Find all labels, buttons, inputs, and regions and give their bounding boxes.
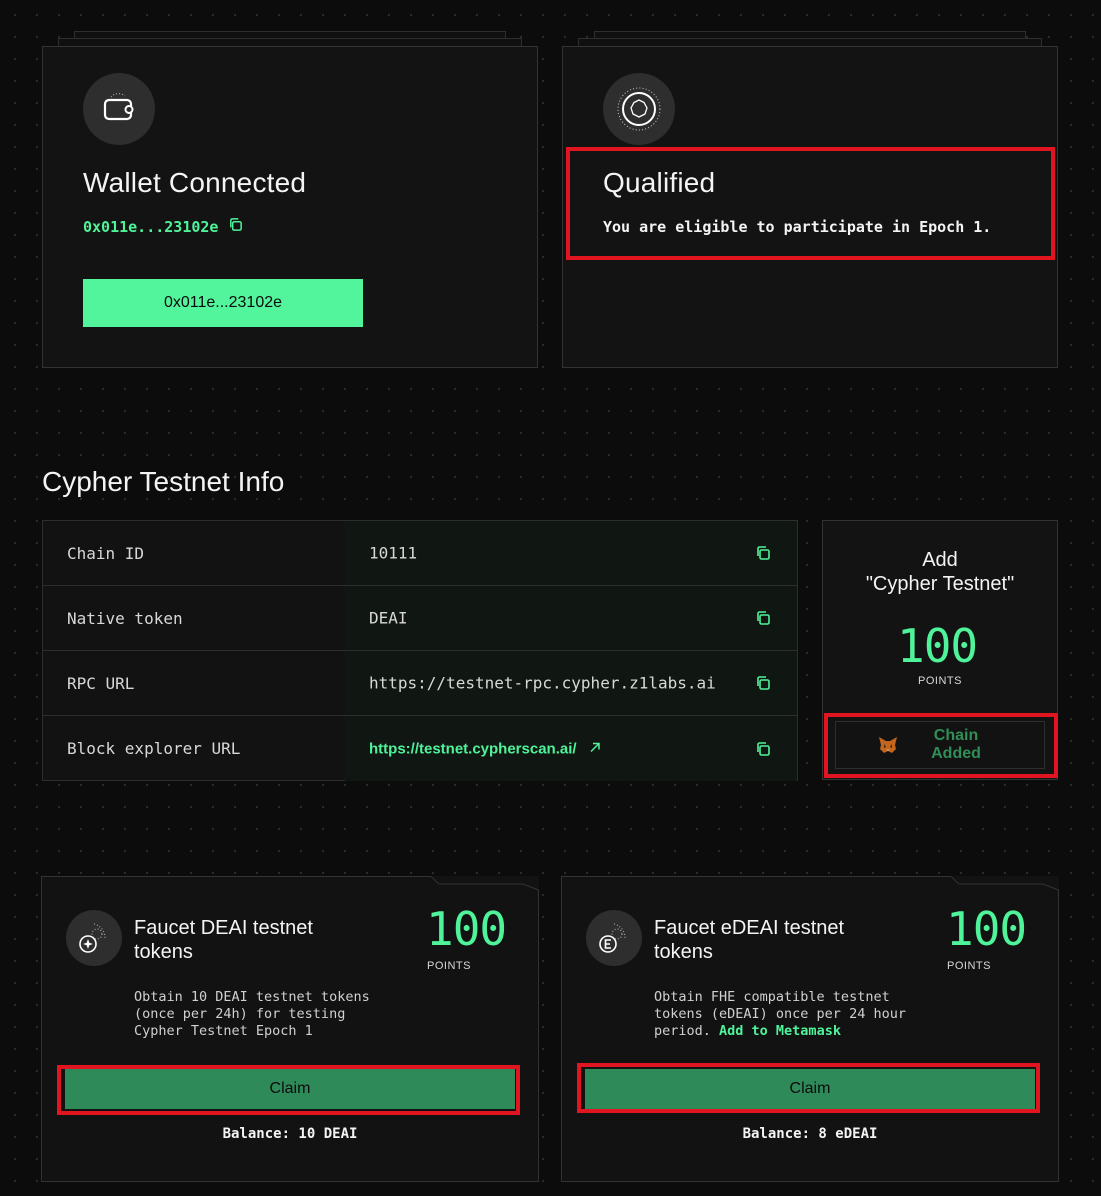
points-value: 100 [946,902,1027,956]
wallet-address: 0x011e...23102e [83,217,243,236]
wallet-address-text: 0x011e...23102e [83,217,219,236]
copy-icon[interactable] [755,545,771,561]
info-value: https://testnet-rpc.cypher.z1labs.ai [369,673,716,693]
info-value-cell: https://testnet.cypherscan.ai/ [345,716,797,781]
points-label: POINTS [427,960,471,972]
copy-icon[interactable] [755,741,771,757]
qualified-card: Qualified You are eligible to participat… [562,46,1058,368]
balance-text: Balance: 10 DEAI [222,1126,358,1142]
faucet-title-line2: tokens [654,941,713,963]
chain-added-label-line2: Added [931,745,981,762]
info-key: Native token [67,608,183,628]
qualified-title: Qualified [603,167,716,198]
info-value-cell: 10111 [345,521,797,585]
info-key: Block explorer URL [67,739,241,758]
add-network-title-line1: Add [922,549,958,571]
metamask-fox-icon [878,736,898,759]
info-value-cell: https://testnet-rpc.cypher.z1labs.ai [345,651,797,715]
wallet-title: Wallet Connected [83,167,307,198]
points-value: 100 [426,902,507,956]
add-network-title-line2: "Cypher Testnet" [865,573,1015,595]
faucet-description: Obtain FHE compatible testnet tokens (eD… [654,989,906,1040]
points-value: 100 [897,619,978,673]
wallet-icon [83,73,155,145]
info-key: RPC URL [67,673,135,693]
info-row-rpc-url: RPC URL https://testnet-rpc.cypher.z1lab… [43,651,797,716]
info-value: 10111 [369,543,418,563]
chain-added-label-line1: Chain [933,727,979,744]
testnet-info-table: Chain ID 10111 Native token DEAI RPC URL… [42,520,798,781]
add-network-card: Add "Cypher Testnet" 100 POINTS Chain Ad… [822,520,1058,780]
eligibility-message: You are eligible to participate in Epoch… [603,218,992,236]
wallet-address-button[interactable]: 0x011e...23102e [83,279,363,327]
points-label: POINTS [918,675,962,687]
add-to-metamask-link[interactable]: Add to Metamask [719,1023,841,1039]
external-link-icon[interactable] [589,740,601,757]
info-value-cell: DEAI [345,586,797,650]
faucet-title-line2: tokens [134,941,193,963]
wallet-card: Wallet Connected 0x011e...23102e 0x011e.… [42,46,538,368]
copy-icon[interactable] [228,217,243,236]
section-title: Cypher Testnet Info [42,466,285,497]
points-label: POINTS [947,960,991,972]
faucet-deai-card: Faucet DEAI testnet tokens 100 POINTS Ob… [41,876,539,1182]
balance-text: Balance: 8 eDEAI [742,1126,878,1142]
faucet-encrypted-icon [586,910,642,966]
faucet-star-icon [66,910,122,966]
info-row-native-token: Native token DEAI [43,586,797,651]
faucet-description: Obtain 10 DEAI testnet tokens (once per … [134,989,370,1039]
faucet-edeai-card: Faucet eDEAI testnet tokens 100 POINTS O… [561,876,1059,1182]
badge-icon [603,73,675,145]
faucet-title-line1: Faucet DEAI testnet [134,917,313,939]
claim-button[interactable]: Claim [65,1069,515,1109]
claim-button[interactable]: Claim [585,1069,1035,1109]
info-value: DEAI [369,608,408,628]
info-key: Chain ID [67,543,145,563]
block-explorer-link-text[interactable]: https://testnet.cypherscan.ai/ [369,740,577,757]
info-row-block-explorer: Block explorer URL https://testnet.cyphe… [43,716,797,781]
info-row-chain-id: Chain ID 10111 [43,521,797,586]
copy-icon[interactable] [755,610,771,626]
block-explorer-link[interactable]: https://testnet.cypherscan.ai/ [369,740,601,757]
faucet-title-line1: Faucet eDEAI testnet [654,917,845,939]
chain-added-button[interactable]: Chain Added [835,721,1045,769]
copy-icon[interactable] [755,675,771,691]
